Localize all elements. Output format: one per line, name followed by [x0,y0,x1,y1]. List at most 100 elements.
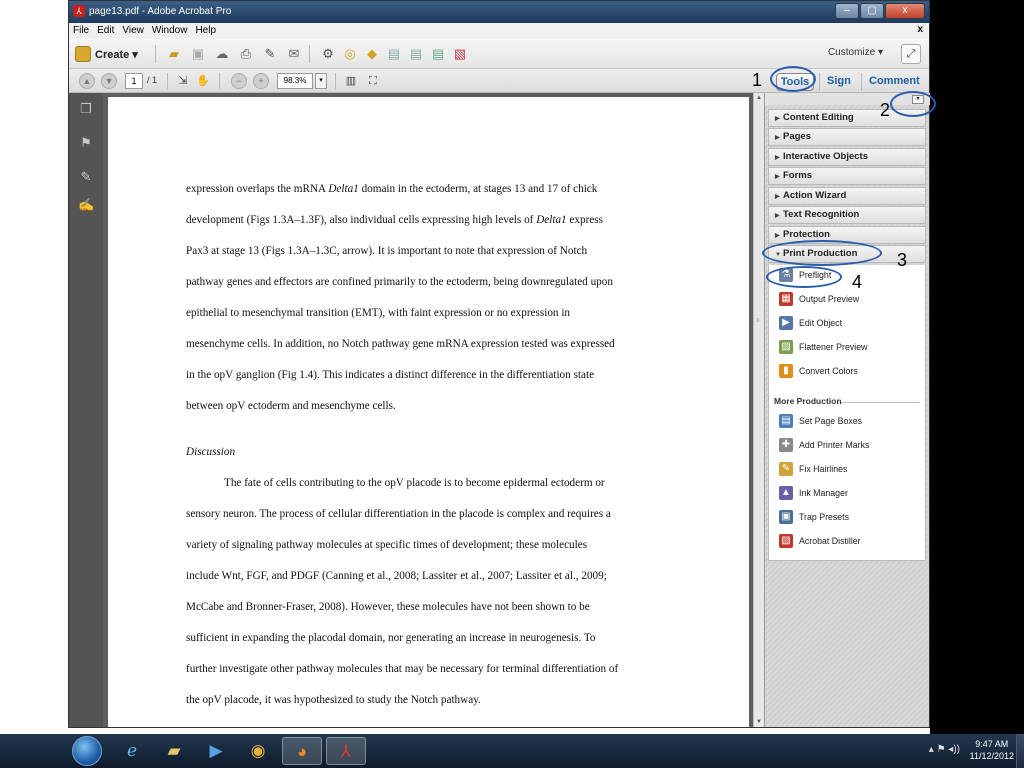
menu-help[interactable]: Help [191,23,220,38]
tool-acrobat-distiller[interactable]: ▧ Acrobat Distiller [779,533,861,549]
tool-trap-presets[interactable]: ▣ Trap Presets [779,509,849,525]
start-button[interactable] [72,736,102,766]
flattener-preview-icon: ▨ [779,340,793,354]
tool-label: Add Printer Marks [799,440,870,450]
section-pages[interactable]: ▶ Pages [768,128,926,146]
menu-edit[interactable]: Edit [93,23,118,38]
triangle-right-icon: ▶ [775,194,780,200]
create-button[interactable]: Create ▾ [75,45,138,63]
system-tray[interactable]: ▴ ⚑ ◂)) [929,744,960,755]
comment-icon[interactable]: ◎ [341,45,359,63]
pdf-icon[interactable]: ▧ [451,45,469,63]
section-label: Action Wizard [783,190,847,201]
tool-fix-hairlines[interactable]: ✎ Fix Hairlines [779,461,847,477]
chrome-icon[interactable]: ◉ [238,737,278,765]
menu-window[interactable]: Window [148,23,192,38]
page-number-input[interactable]: 1 [125,73,143,89]
menu-file[interactable]: File [69,23,93,38]
paragraph-line: expression overlaps the mRNA Delta1 doma… [186,183,598,195]
acrobat-icon[interactable]: ⅄ [326,737,366,765]
fit-page-icon[interactable]: ▥ [343,73,359,89]
section-label: Text Recognition [783,209,860,220]
save-icon[interactable]: ▣ [189,45,207,63]
acrobat-app-icon[interactable]: ⅄ [73,5,85,17]
fix-hairlines-icon: ✎ [779,462,793,476]
paragraph-line: development (Figs 1.3A–1.3F), also indiv… [186,214,603,226]
annotation-number-1: 1 [752,70,763,90]
document-area[interactable]: expression overlaps the mRNA Delta1 doma… [103,93,753,727]
zoom-in-icon[interactable]: + [253,73,269,89]
select-cursor-icon[interactable]: ⇲ [175,73,191,89]
document-icon[interactable]: ▤ [429,45,447,63]
clock-date: 11/12/2012 [969,751,1014,761]
scroll-up-icon[interactable]: ▲ [755,94,763,102]
acrobat-distiller-icon: ▧ [779,534,793,548]
zoom-dropdown-icon[interactable]: ▾ [315,73,327,89]
show-desktop-button[interactable] [1016,734,1024,768]
scroll-grip[interactable]: ≡ [756,318,762,326]
email-icon[interactable]: ✉ [285,45,303,63]
next-page-icon[interactable]: ▼ [101,73,117,89]
tool-label: Acrobat Distiller [799,536,861,546]
section-interactive-objects[interactable]: ▶ Interactive Objects [768,148,926,166]
add-printer-marks-icon: ✚ [779,438,793,452]
pdf-page[interactable]: expression overlaps the mRNA Delta1 doma… [108,97,749,727]
convert-colors-icon: ▮ [779,364,793,378]
annotation-number-2: 2 [880,100,891,120]
tool-output-preview[interactable]: ▦ Output Preview [779,291,859,307]
section-text-recognition[interactable]: ▶ Text Recognition [768,206,926,224]
title-bar[interactable]: ⅄ page13.pdf - Adobe Acrobat Pro – ▢ x [69,1,929,23]
tool-ink-manager[interactable]: ▲ Ink Manager [779,485,848,501]
previous-page-icon[interactable]: ▲ [79,73,95,89]
vertical-scrollbar[interactable]: ▲ ≡ ▼ [753,93,764,727]
media-player-icon[interactable]: ▶ [196,737,236,765]
expand-icon[interactable]: ⤢ [901,44,921,64]
zoom-out-icon[interactable]: − [231,73,247,89]
open-folder-icon[interactable]: ▰ [165,45,183,63]
attachments-icon[interactable]: ✎ [78,169,94,185]
cloud-icon[interactable]: ☁ [213,45,231,63]
tool-label: Fix Hairlines [799,464,848,474]
print-icon[interactable]: ⎙ [237,45,255,63]
menu-view[interactable]: View [118,23,148,38]
close-button[interactable]: x [885,3,925,19]
document-icon[interactable]: ▤ [385,45,403,63]
file-explorer-icon[interactable]: ▰ [154,737,194,765]
signatures-icon[interactable]: ✍ [78,197,94,213]
minimize-button[interactable]: – [835,3,859,19]
gear-icon[interactable]: ⚙ [319,45,337,63]
bookmarks-icon[interactable]: ⚑ [78,135,94,151]
section-label: Protection [783,229,830,240]
paragraph-line: variety of signaling pathway molecules a… [186,539,588,551]
section-forms[interactable]: ▶ Forms [768,167,926,185]
tab-divider [861,73,862,91]
scroll-down-icon[interactable]: ▼ [755,718,763,726]
document-close-icon[interactable]: x [917,24,923,35]
tab-sign[interactable]: Sign [827,75,851,87]
tab-divider [819,73,820,91]
tab-comment[interactable]: Comment [869,75,920,87]
hand-tool-icon[interactable]: ✋ [195,73,211,89]
highlight-icon[interactable]: ◆ [363,45,381,63]
maximize-button[interactable]: ▢ [860,3,884,19]
internet-explorer-icon[interactable]: ℯ [112,737,152,765]
section-action-wizard[interactable]: ▶ Action Wizard [768,187,926,205]
clock[interactable]: 9:47 AM 11/12/2012 [970,738,1014,762]
menu-bar: File Edit View Window Help x [69,23,929,39]
tool-set-page-boxes[interactable]: ▤ Set Page Boxes [779,413,862,429]
tool-flattener-preview[interactable]: ▨ Flattener Preview [779,339,867,355]
tool-label: Trap Presets [799,512,850,522]
tool-add-printer-marks[interactable]: ✚ Add Printer Marks [779,437,869,453]
tool-convert-colors[interactable]: ▮ Convert Colors [779,363,858,379]
navigation-pane: ❐ ⚑ ✎ ✍ [69,93,103,727]
edit-icon[interactable]: ✎ [261,45,279,63]
document-icon[interactable]: ▤ [407,45,425,63]
zoom-input[interactable]: 98.3% [277,73,313,89]
paragraph-line: sensory neuron. The process of cellular … [186,508,611,520]
full-screen-icon[interactable]: ⛶ [365,73,381,89]
customize-dropdown[interactable]: Customize ▾ [828,47,883,58]
paragraph-line: the opV placode, it was hypothesized to … [186,694,481,706]
tool-edit-object[interactable]: ▶ Edit Object [779,315,842,331]
page-thumbnails-icon[interactable]: ❐ [78,101,94,117]
firefox-icon[interactable]: ◕ [282,737,322,765]
